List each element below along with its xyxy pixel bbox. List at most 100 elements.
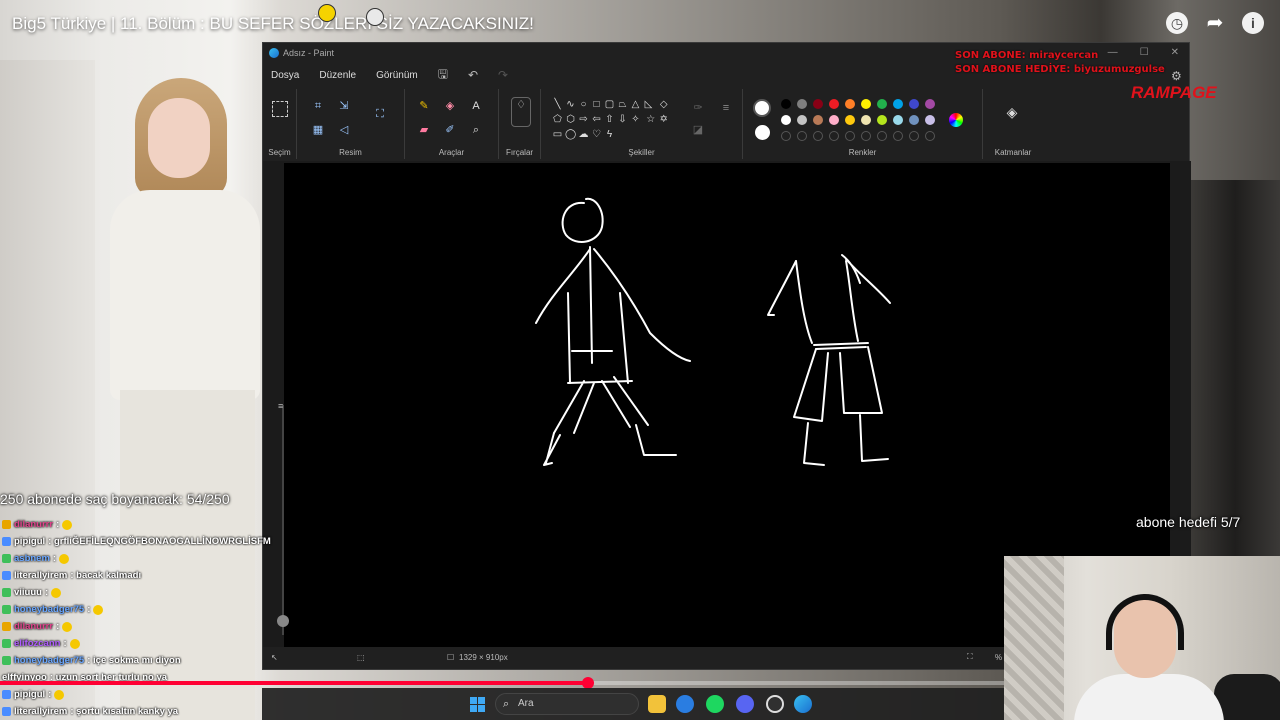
edit-colors-icon[interactable]: [949, 113, 963, 127]
custom-color-slot[interactable]: [845, 131, 855, 141]
taskbar-search[interactable]: ⌕ Ara: [495, 693, 639, 715]
save-icon[interactable]: 🖫: [438, 65, 448, 86]
file-explorer-icon[interactable]: [648, 695, 666, 713]
outline-icon[interactable]: ✑: [691, 101, 705, 115]
fill-icon[interactable]: ◈: [443, 99, 457, 113]
palette-color-swatch[interactable]: [893, 99, 903, 109]
custom-color-slot[interactable]: [909, 131, 919, 141]
hexagon-shape-icon[interactable]: ⬡: [565, 114, 576, 125]
palette-color-swatch[interactable]: [829, 99, 839, 109]
rotate-icon[interactable]: ◁: [337, 123, 351, 137]
palette-color-swatch[interactable]: [909, 99, 919, 109]
brush-icon[interactable]: ♢: [511, 97, 531, 127]
palette-color-swatch[interactable]: [781, 99, 791, 109]
palette-color-swatch[interactable]: [893, 115, 903, 125]
star5-shape-icon[interactable]: ☆: [645, 114, 656, 125]
palette-color-swatch[interactable]: [925, 115, 935, 125]
rounded-rect-shape-icon[interactable]: ▢: [604, 99, 615, 110]
eraser-icon[interactable]: ▰: [417, 123, 431, 137]
chat-username[interactable]: pipigul: [14, 536, 45, 547]
star4-shape-icon[interactable]: ✧: [630, 114, 641, 125]
custom-color-slot[interactable]: [925, 131, 935, 141]
resize-icon[interactable]: ⇲: [337, 99, 351, 113]
chat-username[interactable]: honeybadger75: [14, 655, 84, 666]
secondary-color-swatch[interactable]: [755, 125, 770, 140]
menu-duzenle[interactable]: Düzenle: [319, 70, 356, 81]
palette-color-swatch[interactable]: [829, 115, 839, 125]
oval-shape-icon[interactable]: ○: [578, 99, 589, 110]
chat-username[interactable]: dilanurrr: [14, 621, 53, 632]
lightning-shape-icon[interactable]: ϟ: [604, 129, 615, 140]
palette-color-swatch[interactable]: [797, 99, 807, 109]
chat-username[interactable]: pipigul: [14, 689, 45, 700]
chat-username[interactable]: literallyirem: [14, 706, 67, 717]
arrow-left-shape-icon[interactable]: ⇦: [591, 114, 602, 125]
custom-color-slot[interactable]: [781, 131, 791, 141]
close-button[interactable]: ✕: [1171, 47, 1179, 58]
pencil-icon[interactable]: ✎: [417, 99, 431, 113]
callout-cloud-shape-icon[interactable]: ☁: [578, 129, 589, 140]
right-triangle-shape-icon[interactable]: ◺: [643, 99, 654, 110]
info-icon[interactable]: i: [1242, 12, 1264, 34]
palette-color-swatch[interactable]: [813, 99, 823, 109]
clock-icon[interactable]: ◷: [1166, 12, 1188, 34]
callout-oval-shape-icon[interactable]: ◯: [565, 129, 576, 140]
obs-icon[interactable]: [766, 695, 784, 713]
chat-username[interactable]: dilanurrr: [14, 519, 53, 530]
menu-gorunum[interactable]: Görünüm: [376, 70, 418, 81]
select-tool-icon[interactable]: [272, 101, 288, 117]
custom-color-slot[interactable]: [797, 131, 807, 141]
triangle-shape-icon[interactable]: △: [630, 99, 641, 110]
primary-color-swatch[interactable]: [753, 99, 771, 117]
layers-icon[interactable]: ◈: [1005, 105, 1019, 119]
spotify-icon[interactable]: [706, 695, 724, 713]
custom-color-slot[interactable]: [829, 131, 839, 141]
chat-username[interactable]: honeybadger75: [14, 604, 84, 615]
paint-icon[interactable]: [794, 695, 812, 713]
palette-color-swatch[interactable]: [813, 115, 823, 125]
star6-shape-icon[interactable]: ✡: [658, 114, 669, 125]
arrow-up-shape-icon[interactable]: ⇧: [604, 114, 615, 125]
undo-icon[interactable]: ↶: [468, 68, 478, 82]
custom-color-slot[interactable]: [877, 131, 887, 141]
text-icon[interactable]: A: [469, 99, 483, 113]
custom-color-slot[interactable]: [893, 131, 903, 141]
palette-color-swatch[interactable]: [861, 115, 871, 125]
heart-shape-icon[interactable]: ♡: [591, 129, 602, 140]
custom-color-slot[interactable]: [861, 131, 871, 141]
video-progress-bar[interactable]: [0, 677, 1005, 689]
windows-start-icon[interactable]: [470, 697, 485, 712]
palette-color-swatch[interactable]: [845, 99, 855, 109]
palette-color-swatch[interactable]: [797, 115, 807, 125]
arrow-right-shape-icon[interactable]: ⇨: [578, 114, 589, 125]
shape-size-icon[interactable]: ≡: [719, 101, 733, 115]
redo-icon[interactable]: ↷: [498, 68, 508, 82]
line-shape-icon[interactable]: ╲: [552, 99, 563, 110]
chat-username[interactable]: viiuuu: [14, 587, 42, 598]
shape-fill-icon[interactable]: ◪: [691, 123, 705, 137]
background-remove-icon[interactable]: ▦: [311, 123, 325, 137]
palette-color-swatch[interactable]: [925, 99, 935, 109]
share-icon[interactable]: ➦: [1204, 12, 1226, 34]
palette-color-swatch[interactable]: [877, 115, 887, 125]
palette-color-swatch[interactable]: [781, 115, 791, 125]
color-picker-icon[interactable]: ✐: [443, 123, 457, 137]
video-title[interactable]: Big5 Türkiye | 11. Bölüm : BU SEFER SÖZL…: [12, 14, 534, 34]
curve-shape-icon[interactable]: ∿: [565, 99, 576, 110]
image-search-icon[interactable]: ⛶: [373, 107, 387, 121]
crop-icon[interactable]: ⌗: [311, 99, 325, 113]
palette-color-swatch[interactable]: [909, 115, 919, 125]
polygon-shape-icon[interactable]: ⏢: [617, 99, 628, 110]
chat-username[interactable]: literallyirem: [14, 570, 67, 581]
magnifier-icon[interactable]: ⌕: [469, 123, 483, 137]
menu-dosya[interactable]: Dosya: [271, 70, 299, 81]
custom-color-slot[interactable]: [813, 131, 823, 141]
discord-icon[interactable]: [736, 695, 754, 713]
pentagon-shape-icon[interactable]: ⬠: [552, 114, 563, 125]
edge-icon[interactable]: [676, 695, 694, 713]
settings-gear-icon[interactable]: ⚙: [1171, 69, 1182, 83]
palette-color-swatch[interactable]: [877, 99, 887, 109]
chat-username[interactable]: asbnem: [14, 553, 50, 564]
chat-username[interactable]: elifozcann: [14, 638, 60, 649]
arrow-down-shape-icon[interactable]: ⇩: [617, 114, 628, 125]
